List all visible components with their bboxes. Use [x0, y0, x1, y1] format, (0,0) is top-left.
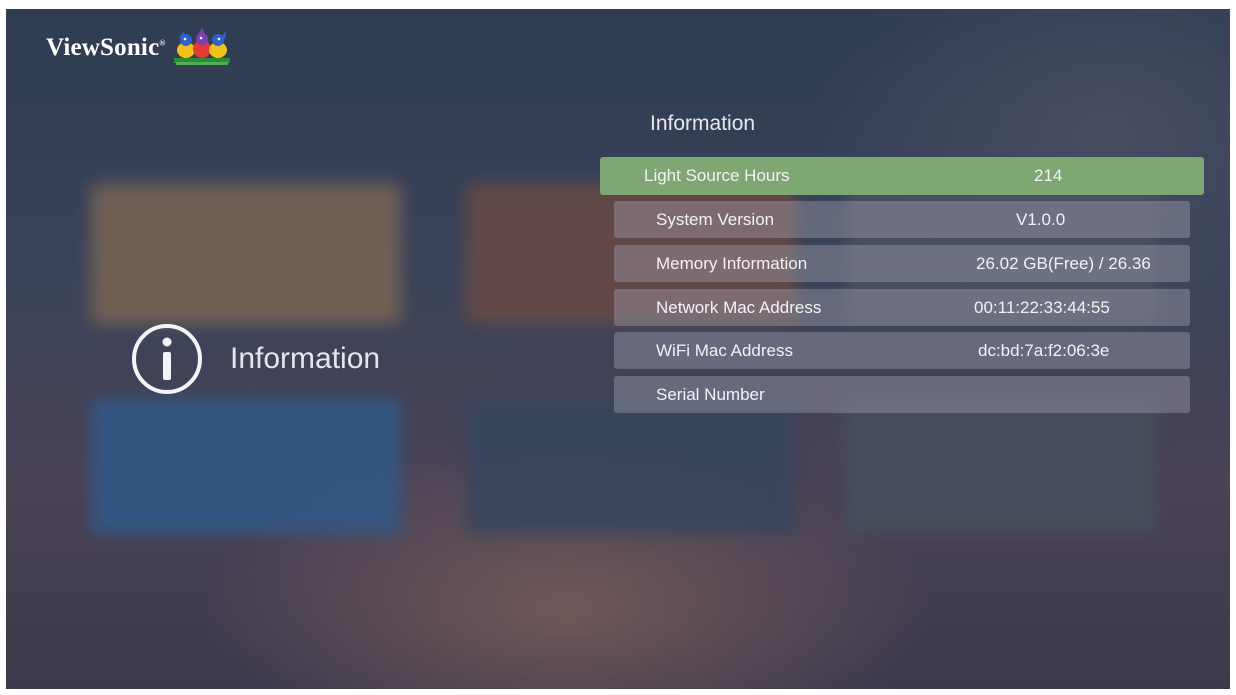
row-label: Memory Information [656, 253, 808, 273]
background-tile [91, 184, 401, 324]
info-row-wifi-mac-address[interactable]: WiFi Mac Address dc:bd:7a:f2:06:3e [614, 332, 1190, 369]
background-tile [846, 399, 1156, 534]
row-label: Serial Number [656, 384, 765, 404]
info-row-system-version[interactable]: System Version V1.0.0 [614, 201, 1190, 238]
brand-name: ViewSonic [46, 34, 160, 61]
info-row-light-source-hours[interactable]: Light Source Hours 214 [600, 157, 1204, 195]
sidebar-title: Information [230, 342, 381, 375]
info-circle-icon [132, 324, 202, 394]
row-label: WiFi Mac Address [656, 340, 793, 360]
brand-logo: ViewSonic® [46, 28, 230, 68]
panel-title: Information [650, 112, 756, 135]
brand-registered-mark: ® [159, 38, 166, 48]
background-tile [466, 399, 796, 534]
info-row-network-mac-address[interactable]: Network Mac Address 00:11:22:33:44:55 [614, 289, 1190, 326]
row-value: 00:11:22:33:44:55 [974, 297, 1110, 317]
row-value: 214 [1034, 166, 1063, 185]
birds-logo-icon [173, 28, 230, 65]
row-value: 26.02 GB(Free) / 26.36 [976, 253, 1151, 273]
info-row-serial-number[interactable]: Serial Number [614, 376, 1190, 413]
info-row-memory-information[interactable]: Memory Information 26.02 GB(Free) / 26.3… [614, 245, 1190, 282]
row-label: Light Source Hours [644, 166, 790, 185]
row-label: Network Mac Address [656, 297, 822, 317]
row-value: V1.0.0 [1016, 209, 1066, 229]
row-value: dc:bd:7a:f2:06:3e [978, 340, 1110, 360]
row-label: System Version [656, 209, 775, 229]
background-tile [91, 399, 401, 534]
sidebar-section: Information [130, 322, 380, 396]
